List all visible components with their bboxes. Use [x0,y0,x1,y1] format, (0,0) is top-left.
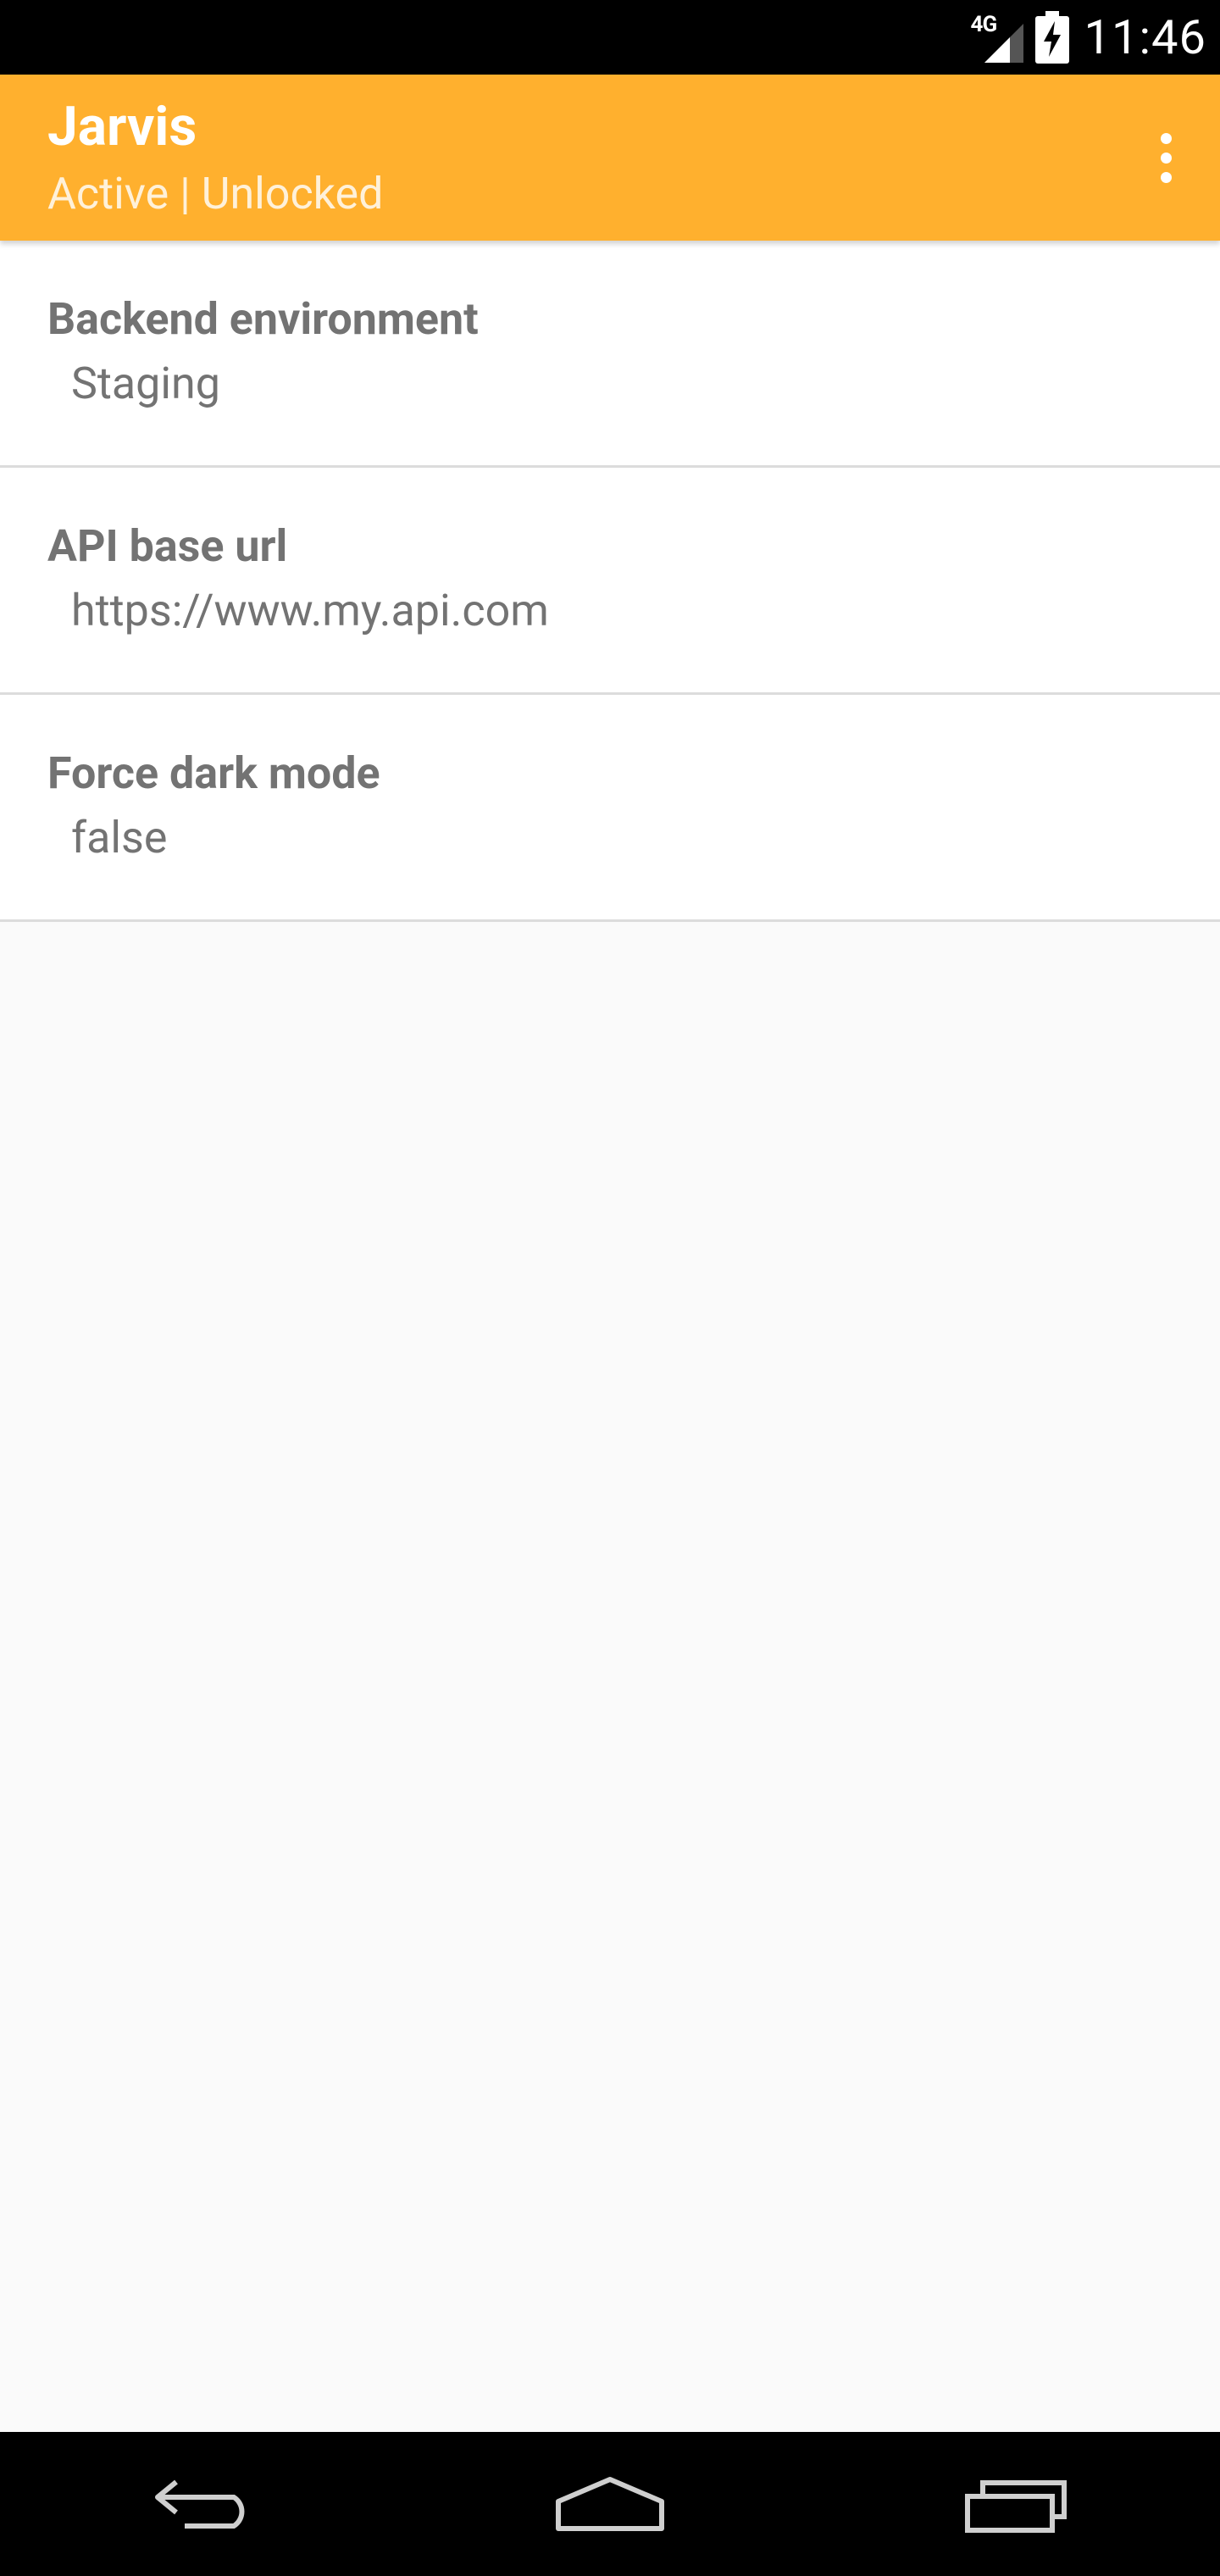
back-icon [155,2479,245,2529]
app-subtitle: Active | Unlocked [47,168,384,219]
setting-value: Staging [71,358,220,409]
home-button[interactable] [517,2432,703,2576]
battery-charging-icon [1034,11,1069,64]
setting-title: API base url [47,520,288,572]
setting-item-force-dark-mode[interactable]: Force dark mode false [0,695,1220,922]
status-icons: 4G 11:46 [971,0,1206,75]
action-bar: Jarvis Active | Unlocked [0,75,1220,241]
setting-value: false [71,812,168,863]
setting-item-api-base-url[interactable]: API base url https://www.my.api.com [0,468,1220,695]
setting-title: Force dark mode [47,747,380,799]
back-button[interactable] [110,2432,297,2576]
overflow-menu-button[interactable] [1125,115,1206,200]
network-indicator: 4G [971,12,1023,63]
recents-button[interactable] [923,2432,1110,2576]
home-icon [556,2477,664,2531]
more-vert-icon [1160,132,1172,183]
app-title: Jarvis [47,95,197,158]
settings-list: Backend environment Staging API base url… [0,241,1220,922]
screen: 4G 11:46 Jarvis Active | Unlocked Backen… [0,0,1220,2576]
clock: 11:46 [1084,9,1206,65]
setting-value: https://www.my.api.com [71,585,549,636]
navigation-bar [0,2432,1220,2576]
signal-icon [984,24,1023,63]
recents-icon [965,2480,1067,2533]
setting-title: Backend environment [47,293,479,345]
status-bar: 4G 11:46 [0,0,1220,75]
setting-item-backend-environment[interactable]: Backend environment Staging [0,241,1220,468]
